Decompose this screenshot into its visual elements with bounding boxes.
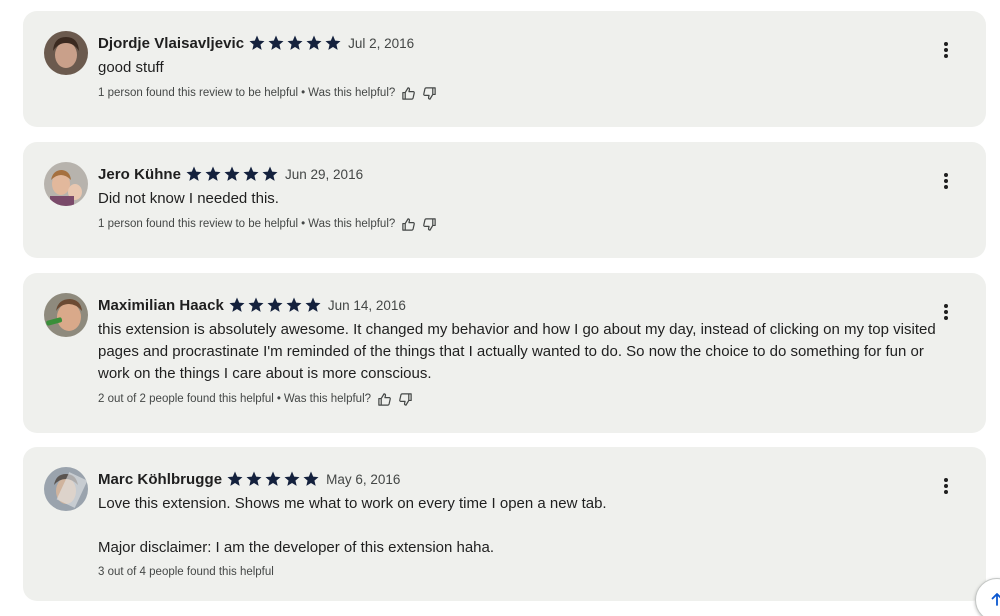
star-icon bbox=[286, 297, 302, 312]
more-vert-icon bbox=[944, 173, 948, 177]
helpful-count: 1 person found this review to be helpful bbox=[98, 218, 299, 230]
star-icon bbox=[229, 297, 245, 312]
review-header: Marc Köhlbrugge May 6, 2016 bbox=[98, 468, 400, 490]
review-header: Maximilian Haack Jun 14, 2016 bbox=[98, 294, 406, 316]
thumbs-down-icon[interactable] bbox=[422, 86, 437, 101]
star-icon bbox=[248, 297, 264, 312]
helpful-row: 2 out of 2 people found this helpful • W… bbox=[98, 391, 413, 407]
review-card: Djordje Vlaisavljevic Jul 2, 2016 good s… bbox=[23, 11, 986, 127]
helpful-row: 3 out of 4 people found this helpful bbox=[98, 564, 274, 580]
more-vert-icon bbox=[944, 42, 948, 46]
star-icon bbox=[262, 166, 278, 181]
star-icon bbox=[268, 35, 284, 50]
review-date: Jul 2, 2016 bbox=[348, 35, 415, 51]
more-options-button[interactable] bbox=[936, 302, 956, 322]
star-icon bbox=[243, 166, 259, 181]
separator: • bbox=[276, 393, 281, 405]
star-rating bbox=[228, 296, 323, 314]
star-icon bbox=[227, 471, 243, 486]
helpful-count: 1 person found this review to be helpful bbox=[98, 87, 299, 99]
review-text: good stuff bbox=[98, 57, 938, 79]
star-icon bbox=[205, 166, 221, 181]
thumbs-up-icon[interactable] bbox=[401, 86, 416, 101]
review-card: Maximilian Haack Jun 14, 2016 this exten… bbox=[23, 273, 986, 433]
review-text: Did not know I needed this. bbox=[98, 188, 938, 210]
review-date: Jun 14, 2016 bbox=[327, 297, 406, 313]
helpful-row: 1 person found this review to be helpful… bbox=[98, 85, 437, 101]
star-icon bbox=[186, 166, 202, 181]
was-helpful-label: Was this helpful? bbox=[283, 393, 372, 405]
review-card: Jero Kühne Jun 29, 2016 Did not know I n… bbox=[23, 142, 986, 258]
thumbs-down-icon[interactable] bbox=[422, 217, 437, 232]
thumbs-up-icon[interactable] bbox=[401, 217, 416, 232]
star-icon bbox=[224, 166, 240, 181]
review-text: this extension is absolutely awesome. It… bbox=[98, 319, 938, 385]
avatar bbox=[44, 467, 88, 511]
star-icon bbox=[303, 471, 319, 486]
review-paragraph: Love this extension. Shows me what to wo… bbox=[98, 495, 607, 512]
star-icon bbox=[325, 35, 341, 50]
was-helpful-label: Was this helpful? bbox=[308, 87, 396, 99]
thumbs-down-icon[interactable] bbox=[398, 392, 413, 407]
more-options-button[interactable] bbox=[936, 40, 956, 60]
review-date: May 6, 2016 bbox=[326, 471, 401, 487]
review-card: Marc Köhlbrugge May 6, 2016 Love this ex… bbox=[23, 447, 986, 601]
star-rating bbox=[226, 470, 321, 488]
star-icon bbox=[305, 297, 321, 312]
helpful-count: 2 out of 2 people found this helpful bbox=[98, 393, 274, 405]
more-options-button[interactable] bbox=[936, 171, 956, 191]
review-header: Djordje Vlaisavljevic Jul 2, 2016 bbox=[98, 32, 414, 54]
star-icon bbox=[267, 297, 283, 312]
author-name: Jero Kühne bbox=[98, 165, 182, 183]
was-helpful-label: Was this helpful? bbox=[308, 218, 396, 230]
more-vert-icon bbox=[944, 478, 948, 482]
arrow-up-icon bbox=[991, 593, 1000, 606]
star-rating bbox=[185, 165, 280, 183]
star-icon bbox=[306, 35, 322, 50]
star-icon bbox=[265, 471, 281, 486]
review-date: Jun 29, 2016 bbox=[285, 166, 364, 182]
author-name: Djordje Vlaisavljevic bbox=[98, 34, 245, 52]
thumbs-up-icon[interactable] bbox=[377, 392, 392, 407]
star-rating bbox=[248, 34, 343, 52]
review-paragraph: this extension is absolutely awesome. It… bbox=[98, 321, 936, 382]
author-name: Marc Köhlbrugge bbox=[98, 470, 223, 488]
review-paragraph: Major disclaimer: I am the developer of … bbox=[98, 539, 495, 556]
review-header: Jero Kühne Jun 29, 2016 bbox=[98, 163, 363, 185]
separator: • bbox=[301, 218, 306, 230]
avatar bbox=[44, 31, 88, 75]
star-icon bbox=[246, 471, 262, 486]
star-icon bbox=[249, 35, 265, 50]
review-paragraph: good stuff bbox=[98, 59, 164, 76]
separator: • bbox=[301, 87, 306, 99]
helpful-count: 3 out of 4 people found this helpful bbox=[98, 566, 274, 578]
more-options-button[interactable] bbox=[936, 476, 956, 496]
review-text: Love this extension. Shows me what to wo… bbox=[98, 493, 938, 559]
review-paragraph: Did not know I needed this. bbox=[98, 190, 279, 207]
star-icon bbox=[284, 471, 300, 486]
more-vert-icon bbox=[944, 304, 948, 308]
helpful-row: 1 person found this review to be helpful… bbox=[98, 216, 437, 232]
star-icon bbox=[287, 35, 303, 50]
avatar bbox=[44, 162, 88, 206]
author-name: Maximilian Haack bbox=[98, 296, 224, 314]
avatar bbox=[44, 293, 88, 337]
